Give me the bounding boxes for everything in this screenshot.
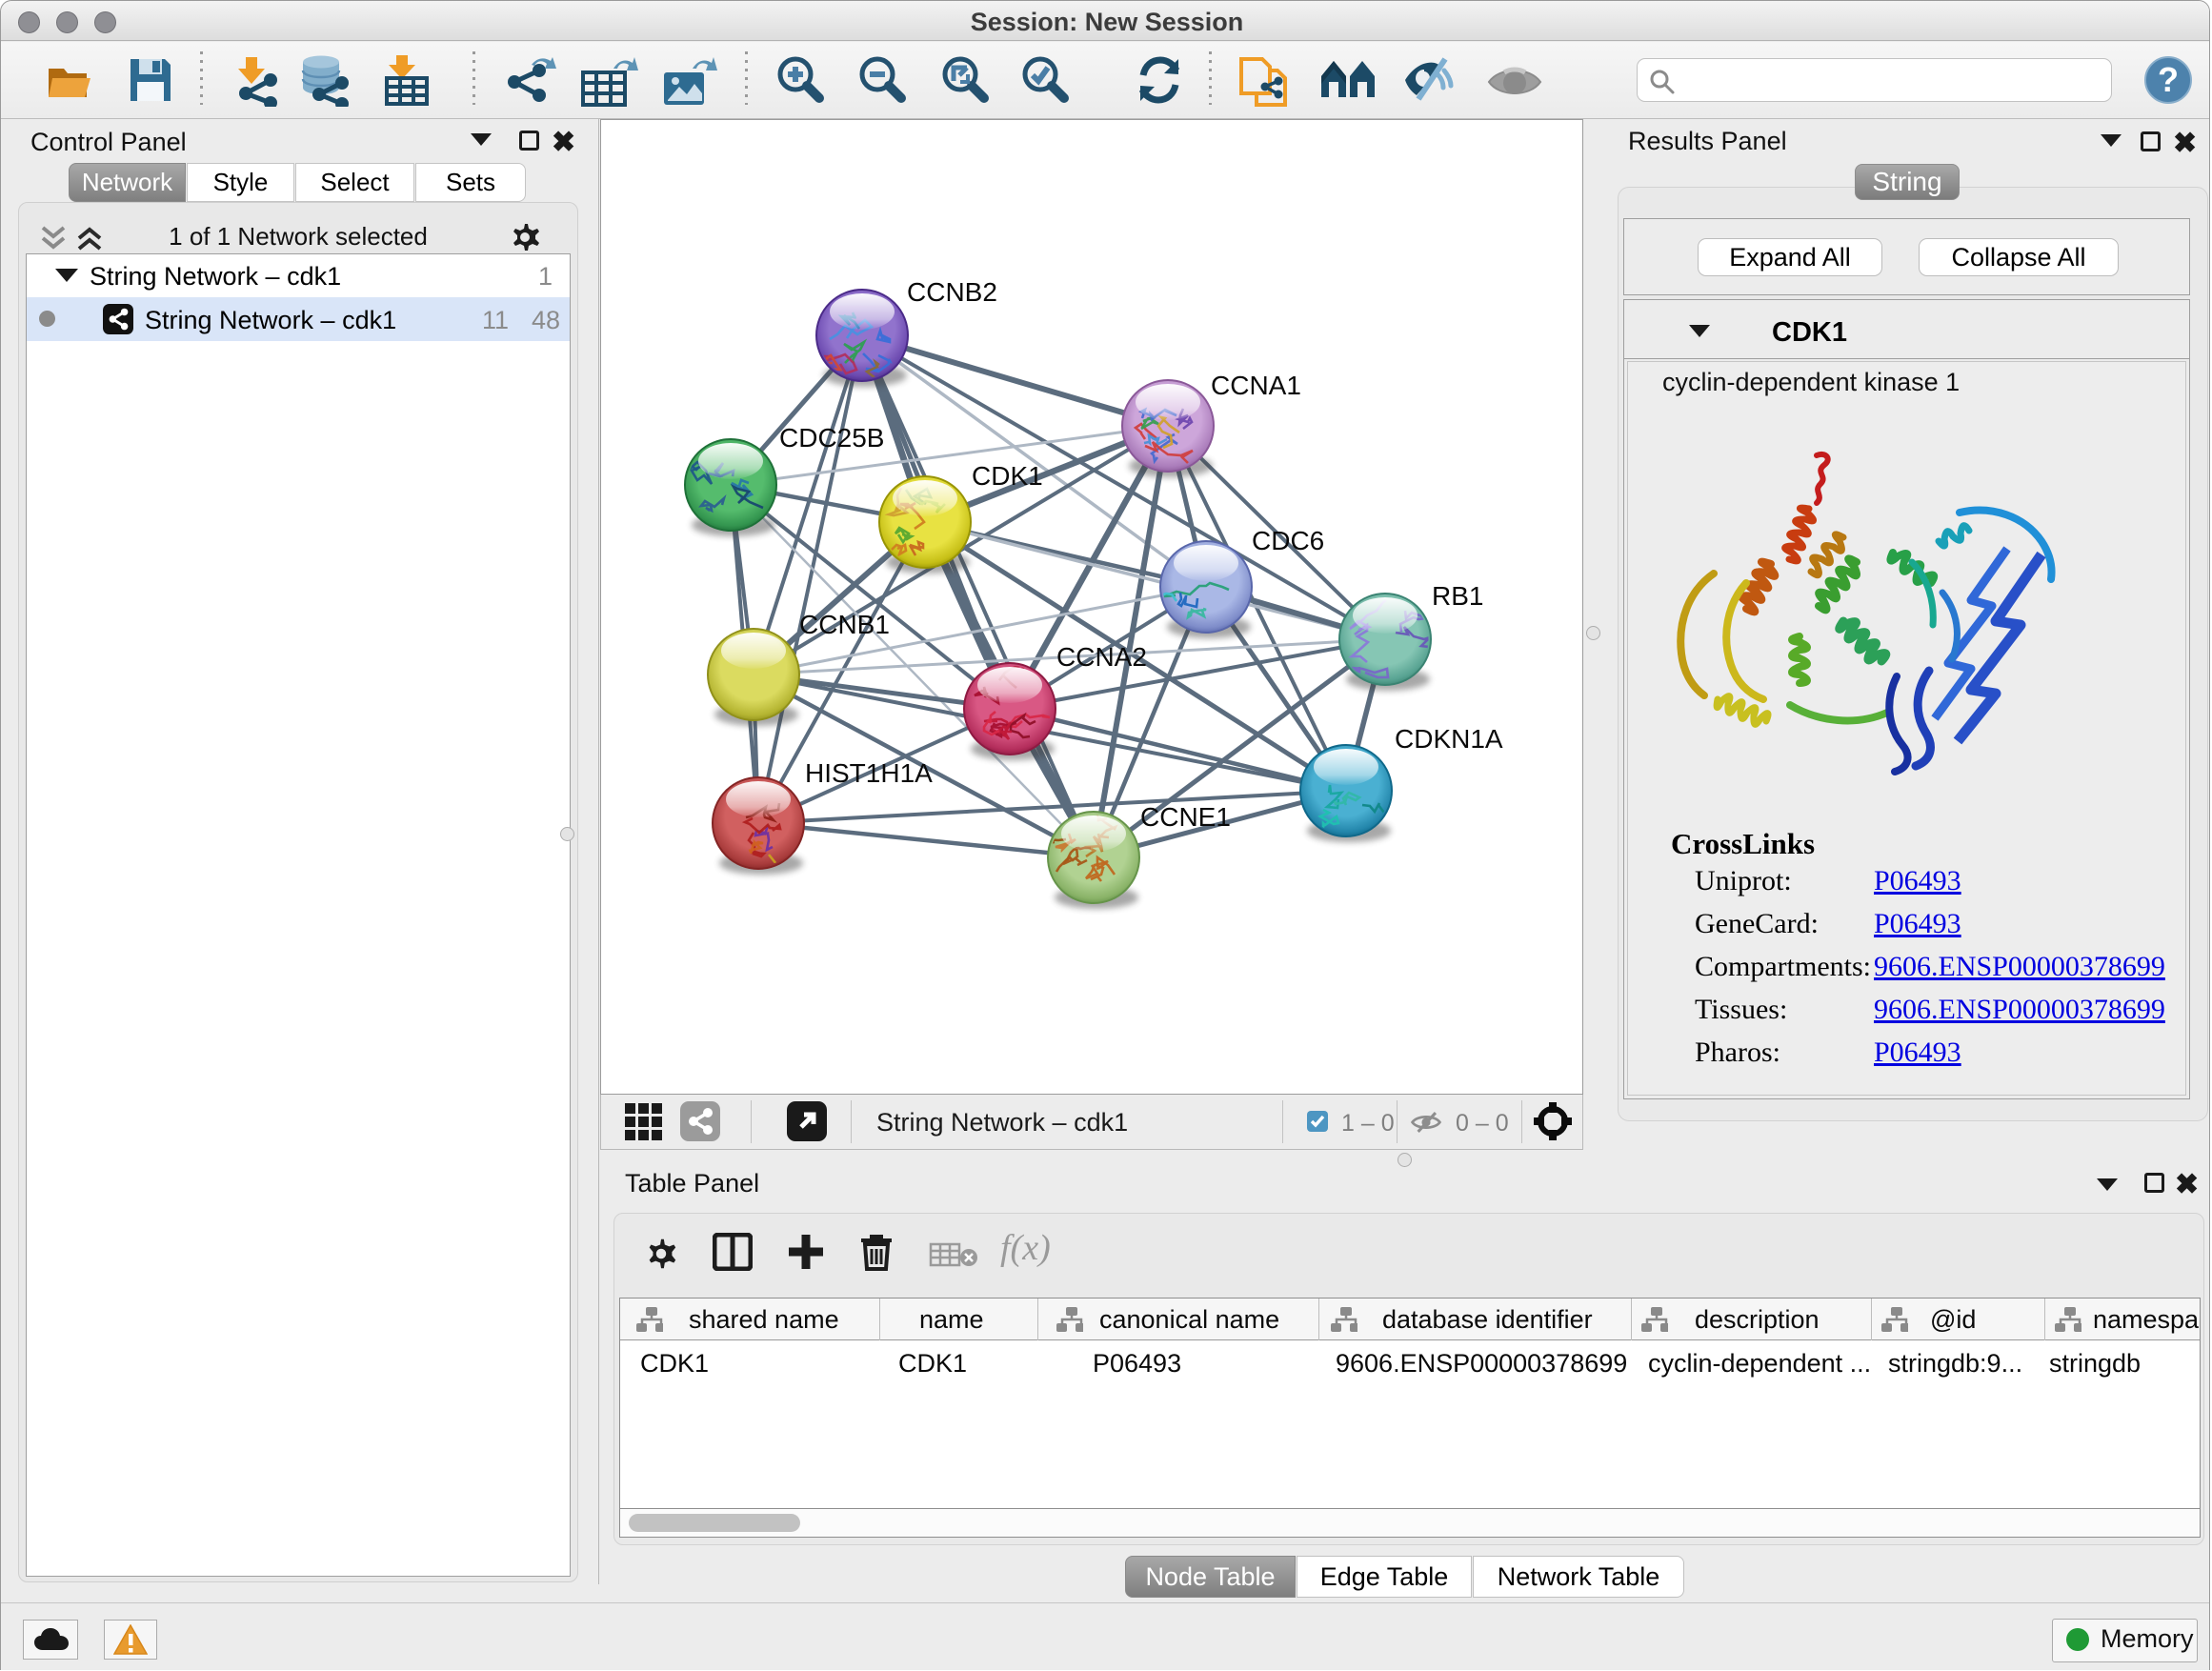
svg-text:HIST1H1A: HIST1H1A [805, 758, 933, 788]
svg-text:CDC6: CDC6 [1252, 526, 1324, 555]
svg-text:CCNB1: CCNB1 [799, 610, 890, 639]
svg-text:?: ? [2158, 60, 2179, 99]
svg-text:CDKN1A: CDKN1A [1395, 724, 1503, 754]
svg-text:CDK1: CDK1 [972, 461, 1043, 491]
svg-text:CDC25B: CDC25B [779, 423, 884, 453]
svg-text:CCNB2: CCNB2 [907, 277, 997, 307]
svg-text:RB1: RB1 [1432, 581, 1483, 611]
svg-text:CCNA2: CCNA2 [1056, 642, 1147, 672]
svg-text:CCNA1: CCNA1 [1211, 371, 1301, 400]
svg-text:CCNE1: CCNE1 [1140, 802, 1231, 832]
